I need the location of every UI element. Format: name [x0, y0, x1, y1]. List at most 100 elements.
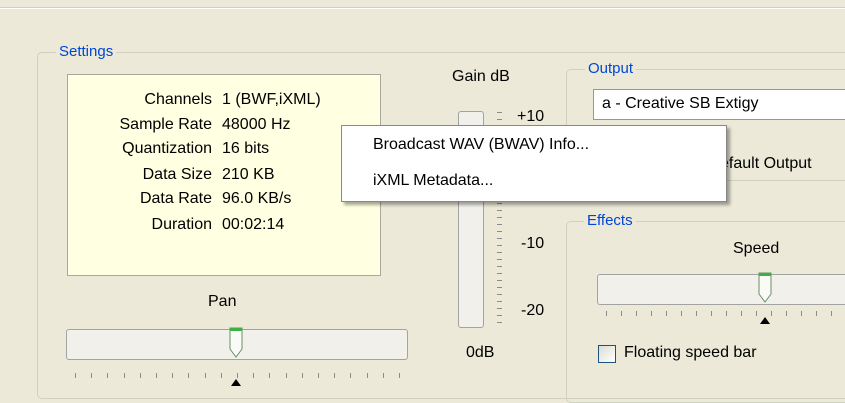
floating-speed-bar-label[interactable]: Floating speed bar	[624, 344, 757, 362]
slider-tick	[711, 311, 712, 316]
slider-tick	[741, 311, 742, 316]
slider-tick	[221, 373, 222, 378]
slider-tick	[188, 373, 189, 378]
pan-center-marker	[231, 379, 241, 386]
slider-tick	[399, 373, 400, 378]
gain-tick	[497, 322, 502, 323]
speed-slider-track[interactable]	[597, 274, 845, 305]
gain-tick	[497, 119, 502, 120]
slider-tick	[156, 373, 157, 378]
slider-tick	[124, 373, 125, 378]
slider-tick	[350, 373, 351, 378]
output-device-value: a - Creative SB Extigy	[602, 95, 759, 112]
gain-tick-minus10: -10	[521, 235, 545, 252]
slider-tick	[269, 373, 270, 378]
gain-tick	[497, 308, 502, 309]
slider-tick	[286, 373, 287, 378]
speed-label: Speed	[733, 240, 780, 257]
slider-tick	[606, 311, 607, 316]
info-row-quantization: Quantization 16 bits	[68, 138, 380, 160]
info-value: 00:02:14	[222, 216, 285, 233]
slider-tick	[771, 311, 772, 316]
context-menu: Broadcast WAV (BWAV) Info... iXML Metada…	[341, 125, 727, 202]
info-key: Quantization	[122, 140, 212, 157]
gain-tick	[497, 259, 502, 260]
gain-tick	[497, 273, 502, 274]
floating-speed-bar-checkbox[interactable]	[598, 345, 616, 363]
gain-tick	[497, 245, 502, 246]
info-row-channels: Channels 1 (BWF,iXML)	[68, 89, 380, 111]
slider-tick	[621, 311, 622, 316]
gain-label: Gain dB	[452, 68, 510, 85]
slider-tick	[302, 373, 303, 378]
info-row-data-rate: Data Rate 96.0 KB/s	[68, 188, 380, 210]
effects-group-title: Effects	[584, 212, 636, 229]
gain-tick	[497, 287, 502, 288]
info-key: Data Size	[142, 166, 212, 183]
gain-tick	[497, 252, 502, 253]
slider-tick	[801, 311, 802, 316]
settings-group-title: Settings	[56, 43, 117, 60]
gain-tick	[497, 231, 502, 232]
pan-label: Pan	[208, 293, 237, 310]
slider-tick	[756, 311, 757, 316]
gain-tick	[497, 224, 502, 225]
info-key: Data Rate	[139, 190, 212, 207]
slider-tick	[367, 373, 368, 378]
slider-tick	[172, 373, 173, 378]
gain-tick	[497, 112, 502, 113]
info-key: Sample Rate	[119, 116, 213, 133]
gain-tick	[497, 294, 502, 295]
slider-tick	[75, 373, 76, 378]
info-value: 16 bits	[222, 140, 270, 157]
slider-tick	[107, 373, 108, 378]
slider-tick	[253, 373, 254, 378]
window-edge	[0, 8, 845, 9]
info-value: 48000 Hz	[222, 116, 291, 133]
pan-slider[interactable]	[66, 327, 408, 387]
speed-slider-ticks	[597, 311, 845, 317]
speed-slider-thumb[interactable]	[757, 272, 773, 304]
slider-tick	[140, 373, 141, 378]
window-edge-shadow	[0, 7, 845, 8]
default-output-button[interactable]: efault Output	[720, 155, 812, 173]
info-key: Channels	[144, 91, 212, 108]
gain-zero-label: 0dB	[466, 344, 495, 361]
gain-tick	[497, 266, 502, 267]
info-row-duration: Duration 00:02:14	[68, 214, 380, 236]
pan-slider-thumb[interactable]	[228, 327, 244, 359]
output-group-title: Output	[585, 60, 637, 77]
gain-tick	[497, 280, 502, 281]
slider-tick	[334, 373, 335, 378]
slider-tick	[205, 373, 206, 378]
slider-tick	[681, 311, 682, 316]
info-row-sample-rate: Sample Rate 48000 Hz	[68, 114, 380, 136]
slider-tick	[237, 373, 238, 378]
slider-tick	[696, 311, 697, 316]
menu-item-ixml-metadata[interactable]: iXML Metadata...	[373, 169, 493, 193]
info-value: 1 (BWF,iXML)	[222, 91, 321, 108]
output-device-select[interactable]: a - Creative SB Extigy	[593, 89, 845, 120]
slider-tick	[726, 311, 727, 316]
slider-tick	[651, 311, 652, 316]
gain-tick	[497, 217, 502, 218]
gain-tick-plus10: +10	[517, 108, 545, 125]
slider-tick	[816, 311, 817, 316]
slider-tick	[666, 311, 667, 316]
slider-tick	[786, 311, 787, 316]
slider-tick	[318, 373, 319, 378]
slider-tick	[383, 373, 384, 378]
speed-slider[interactable]	[597, 272, 845, 332]
file-info-panel: Channels 1 (BWF,iXML) Sample Rate 48000 …	[67, 74, 381, 276]
info-row-data-size: Data Size 210 KB	[68, 164, 380, 186]
speed-center-marker	[760, 317, 770, 324]
gain-tick	[497, 238, 502, 239]
gain-tick	[497, 203, 502, 204]
menu-item-bwav-info[interactable]: Broadcast WAV (BWAV) Info...	[373, 133, 589, 157]
gain-tick	[497, 315, 502, 316]
info-value: 210 KB	[222, 166, 275, 183]
info-key: Duration	[151, 216, 212, 233]
gain-tick	[497, 210, 502, 211]
slider-tick	[636, 311, 637, 316]
gain-tick	[497, 301, 502, 302]
